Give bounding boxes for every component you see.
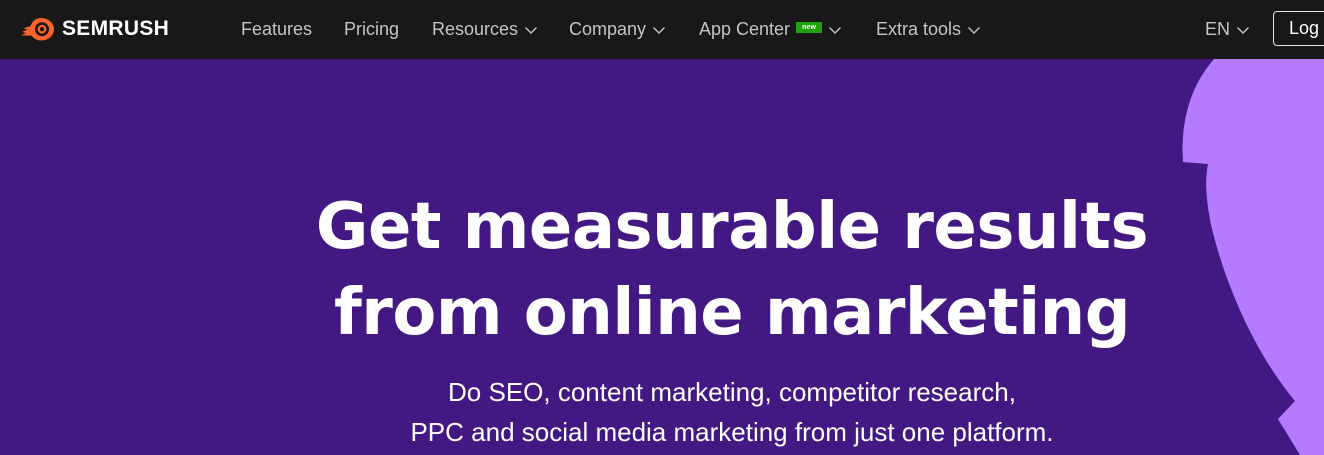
hero-subtitle: Do SEO, content marketing, competitor re… bbox=[0, 372, 1324, 452]
nav-item-label: Features bbox=[241, 19, 313, 39]
brand-name: SEMRUSH bbox=[62, 17, 170, 40]
nav-item-extra-tools[interactable]: Extra tools bbox=[876, 0, 981, 59]
chevron-down-icon bbox=[1236, 23, 1250, 37]
hero-subtitle-line: PPC and social media marketing from just… bbox=[410, 417, 1054, 447]
hero-title-line: from online marketing bbox=[333, 276, 1131, 350]
chevron-down-icon bbox=[524, 23, 538, 37]
page: SEMRUSH Features Pricing Resources Compa… bbox=[0, 0, 1324, 455]
top-navigation-bar: SEMRUSH Features Pricing Resources Compa… bbox=[0, 0, 1324, 59]
login-button[interactable]: Log bbox=[1273, 11, 1324, 46]
new-badge: new bbox=[796, 22, 823, 33]
nav-item-features[interactable]: Features bbox=[241, 0, 312, 59]
nav-item-resources[interactable]: Resources bbox=[432, 0, 538, 59]
chevron-down-icon bbox=[828, 23, 842, 37]
chevron-down-icon bbox=[652, 23, 666, 37]
semrush-logo[interactable]: SEMRUSH bbox=[20, 14, 169, 44]
hero-subtitle-line: Do SEO, content marketing, competitor re… bbox=[448, 377, 1016, 407]
nav-item-company[interactable]: Company bbox=[569, 0, 666, 59]
language-label: EN bbox=[1205, 19, 1231, 39]
nav-item-label: App Center bbox=[699, 19, 791, 39]
hero-title-line: Get measurable results bbox=[315, 190, 1149, 264]
nav-item-label: Company bbox=[569, 19, 647, 39]
nav-item-label: Pricing bbox=[344, 19, 400, 39]
chevron-down-icon bbox=[967, 23, 981, 37]
nav-item-pricing[interactable]: Pricing bbox=[344, 0, 399, 59]
nav-item-label: Extra tools bbox=[876, 19, 962, 39]
nav-item-label: Resources bbox=[432, 19, 519, 39]
semrush-fireball-icon bbox=[20, 16, 56, 42]
hero-title: Get measurable results from online marke… bbox=[0, 184, 1324, 356]
language-selector[interactable]: EN bbox=[1205, 0, 1250, 59]
nav-item-app-center[interactable]: App Center new bbox=[699, 0, 842, 59]
